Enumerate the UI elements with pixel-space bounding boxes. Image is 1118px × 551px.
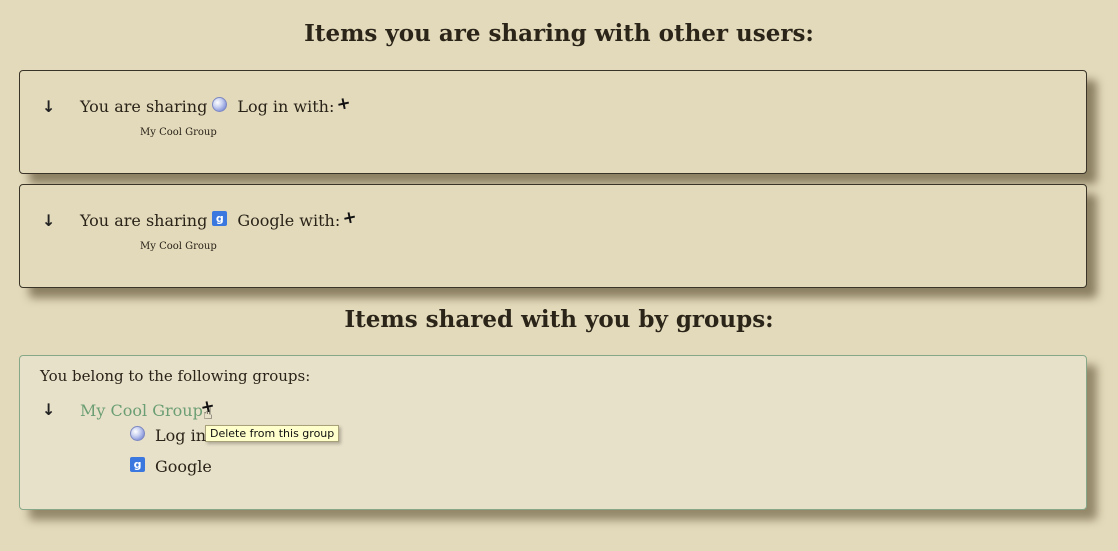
sharing-page: Items you are sharing with other users: … — [0, 0, 1118, 551]
expand-arrow-icon[interactable]: ↓ — [42, 211, 55, 230]
share-line: You are sharing g Google with: + — [80, 207, 359, 230]
group-link[interactable]: My Cool Group — [80, 401, 203, 420]
share-group-name: My Cool Group — [140, 241, 217, 252]
globe-icon — [130, 426, 145, 441]
share-prefix: You are sharing — [80, 96, 208, 116]
group-item[interactable]: Log in — [130, 426, 206, 445]
share-prefix: You are sharing — [80, 210, 208, 230]
groups-intro: You belong to the following groups: — [40, 367, 311, 385]
expand-arrow-icon[interactable]: ↓ — [42, 97, 55, 116]
groups-panel: You belong to the following groups: ↓ My… — [19, 355, 1087, 510]
group-item-label: Google — [155, 457, 212, 476]
delete-tooltip: Delete from this group — [205, 425, 340, 442]
pin-icon[interactable]: + — [335, 93, 353, 116]
incoming-heading: Items shared with you by groups: — [344, 306, 774, 333]
share-panel: ↓ You are sharing Log in with: + My Cool… — [19, 70, 1087, 174]
globe-icon — [212, 96, 228, 112]
group-item-label: Log in — [155, 426, 207, 445]
share-group-name: My Cool Group — [140, 127, 217, 138]
share-label: Google with: — [237, 210, 341, 230]
google-icon: g — [212, 210, 228, 226]
share-label: Log in with: — [237, 96, 335, 116]
group-item[interactable]: g Google — [130, 457, 212, 476]
google-icon: g — [130, 457, 145, 472]
share-line: You are sharing Log in with: + — [80, 93, 353, 116]
share-panel: ↓ You are sharing g Google with: + My Co… — [19, 184, 1087, 288]
pin-icon[interactable]: + — [341, 207, 359, 230]
hand-cursor-icon: ☝ — [203, 404, 213, 423]
outgoing-heading: Items you are sharing with other users: — [304, 20, 814, 47]
expand-arrow-icon[interactable]: ↓ — [42, 400, 55, 419]
